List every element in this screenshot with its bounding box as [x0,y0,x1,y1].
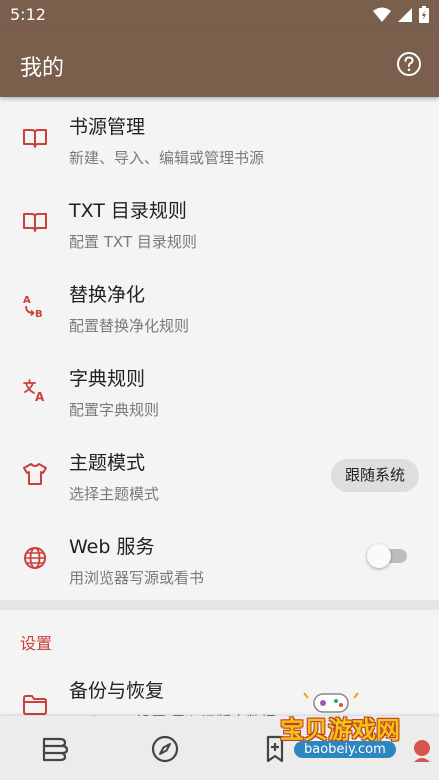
toggle-knob [367,544,391,568]
menu-item-label: Web 服务 [69,536,155,558]
compass-icon[interactable] [150,734,180,764]
menu-item-web-service[interactable]: Web 服务 用浏览器写源或看书 [0,517,439,601]
menu-item-subtitle: 新建、导入、编辑或管理书源 [69,149,265,167]
svg-text:A: A [35,390,45,403]
wifi-icon [373,7,391,22]
help-circle-icon[interactable] [396,51,422,77]
status-icons [373,6,429,23]
replace-icon: A B [23,295,43,319]
app-bar: 我的 [0,30,439,97]
bookshelf-icon[interactable] [40,734,70,764]
web-service-toggle[interactable] [367,544,407,568]
page-title: 我的 [20,56,65,81]
menu-item-replace-rules[interactable]: A B 替换净化 配置替换净化规则 [0,265,439,349]
menu-item-subtitle: 用浏览器写源或看书 [69,569,205,587]
svg-text:B: B [35,309,43,319]
watermark-url: baobeiy.com [294,741,396,758]
watermark-logo: 宝贝游戏网 baobeiy.com [280,690,436,776]
globe-icon [24,547,46,569]
theme-mode-chip[interactable]: 跟随系统 [330,459,419,492]
status-time: 5:12 [10,5,46,24]
menu-item-subtitle: 选择主题模式 [69,485,160,503]
menu-item-label: 字典规则 [69,368,146,390]
menu-item-dictionary-rules[interactable]: A 字典规则 配置字典规则 [0,349,439,433]
menu-item-subtitle: 配置 TXT 目录规则 [69,233,197,251]
menu-item-label: 备份与恢复 [69,680,165,702]
settings-section-title: 设置 [20,634,53,653]
translate-icon: A [23,379,45,403]
signal-icon [398,7,412,22]
menu-item-label: 书源管理 [69,116,146,138]
svg-text:A: A [23,295,31,306]
section-divider [0,600,439,610]
menu-list: 书源管理 新建、导入、编辑或管理书源 TXT 目录规则 配置 TXT 目录规则 … [0,97,439,601]
menu-item-subtitle: 配置替换净化规则 [69,317,190,335]
menu-item-label: 主题模式 [69,452,146,474]
menu-item-theme-mode[interactable]: 主题模式 选择主题模式 跟随系统 [0,433,439,517]
book-icon [23,129,47,148]
watermark-title: 宝贝游戏网 [280,716,400,744]
menu-item-subtitle: 配置字典规则 [69,401,160,419]
battery-icon [419,6,429,23]
menu-item-txt-toc-rules[interactable]: TXT 目录规则 配置 TXT 目录规则 [0,181,439,265]
status-bar: 5:12 [0,0,439,30]
shirt-icon [23,463,47,485]
menu-item-label: TXT 目录规则 [69,200,187,222]
menu-item-book-source[interactable]: 书源管理 新建、导入、编辑或管理书源 [0,97,439,181]
menu-item-label: 替换净化 [69,284,146,306]
book-icon [23,213,47,232]
folder-icon [23,695,47,715]
